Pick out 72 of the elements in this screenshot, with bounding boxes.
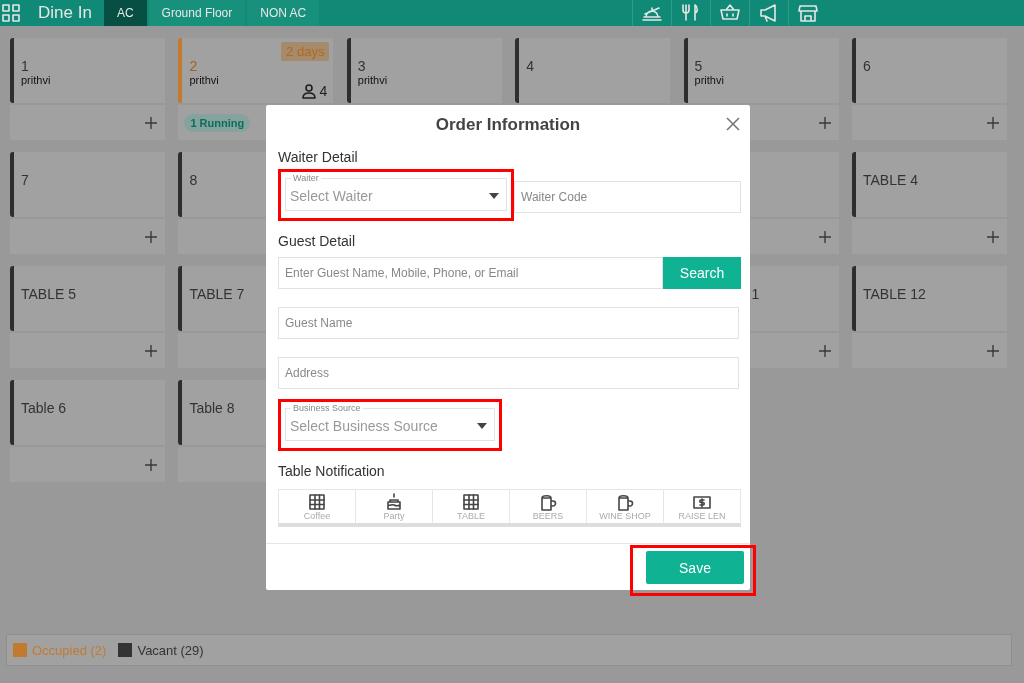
page-title: Dine In xyxy=(38,3,92,24)
plus-icon[interactable] xyxy=(817,229,832,244)
table-number: 1 xyxy=(751,286,760,302)
plus-icon[interactable] xyxy=(144,115,158,130)
waiter-name: prithvi xyxy=(694,74,724,86)
input-field[interactable]: Enter Guest Name, Mobile, Phone, or Email xyxy=(278,257,663,289)
floor-tab[interactable]: NON AC xyxy=(247,0,320,26)
plus-icon[interactable] xyxy=(817,343,832,358)
table-number: 3 xyxy=(357,58,366,74)
input-field[interactable]: Guest Name xyxy=(278,307,739,339)
table-number: 2 xyxy=(189,58,198,74)
table-card[interactable]: TABLE 4 xyxy=(851,152,1007,217)
table-number: 7 xyxy=(21,172,29,188)
waiter-name: prithvi xyxy=(21,74,51,86)
table-card[interactable]: 5 prithvi xyxy=(683,38,839,103)
table-number: TABLE 7 xyxy=(189,286,245,302)
table-number: TABLE 5 xyxy=(21,286,76,302)
grid-icon xyxy=(308,493,326,511)
plus-icon[interactable] xyxy=(985,343,1000,358)
plus-icon[interactable] xyxy=(144,343,158,358)
table-card[interactable]: 4 xyxy=(515,38,671,103)
field-label: Business Source xyxy=(291,403,363,413)
store-icon[interactable] xyxy=(797,2,819,24)
table-number: Table 6 xyxy=(21,400,67,416)
table-card[interactable]: Table 6 xyxy=(10,380,165,445)
table-number: 4 xyxy=(526,58,534,74)
dollar-note-icon xyxy=(693,493,711,511)
table-number: 6 xyxy=(862,58,871,74)
plus-icon[interactable] xyxy=(144,457,158,472)
table-number: Table 8 xyxy=(189,400,235,416)
floor-tab[interactable]: AC xyxy=(103,0,147,26)
input-field[interactable]: Address xyxy=(278,357,739,389)
table-card[interactable]: 3 prithvi xyxy=(346,38,502,103)
input-field[interactable]: Waiter Code xyxy=(514,181,741,213)
waiter-name: prithvi xyxy=(357,74,388,86)
waiter-name: prithvi xyxy=(189,74,219,86)
floor-tab[interactable]: Ground Floor xyxy=(148,0,246,26)
plus-icon[interactable] xyxy=(817,115,832,130)
mug-icon xyxy=(616,493,634,511)
close-icon[interactable] xyxy=(726,117,740,131)
legend-label: Vacant (29) xyxy=(137,642,204,658)
grid-icon xyxy=(462,493,480,511)
duration-badge: 2 days xyxy=(281,42,330,61)
section-heading: Table Notification xyxy=(278,463,386,479)
person-icon xyxy=(300,83,317,99)
running-badge: 1 Running xyxy=(184,113,251,132)
field-label: Waiter xyxy=(291,173,321,183)
cake-icon xyxy=(385,493,403,511)
table-number: TABLE 12 xyxy=(862,286,926,302)
table-card[interactable]: 6 xyxy=(851,38,1007,103)
legend-label: Occupied (2) xyxy=(32,642,107,658)
save-button[interactable]: Save xyxy=(646,551,744,584)
table-number: 5 xyxy=(694,58,703,74)
caret-icon xyxy=(477,423,487,429)
plus-icon[interactable] xyxy=(985,229,1000,244)
table-card[interactable]: TABLE 5 xyxy=(10,266,165,331)
dialog-title: Order Information xyxy=(435,115,581,135)
table-card[interactable]: 1 prithvi xyxy=(10,38,165,103)
guest-count: 4 xyxy=(319,83,328,99)
table-number: TABLE 4 xyxy=(862,172,918,188)
plus-icon[interactable] xyxy=(144,229,158,244)
table-number: 1 xyxy=(21,58,29,74)
table-card[interactable]: 7 xyxy=(10,152,165,217)
caret-icon xyxy=(489,193,499,199)
apps-grid-icon[interactable] xyxy=(2,4,20,22)
table-card[interactable]: 2 prithvi 2 days 4 xyxy=(178,38,334,103)
search-button[interactable]: Search xyxy=(663,257,741,289)
plus-icon[interactable] xyxy=(985,115,1000,130)
mug-icon xyxy=(539,493,557,511)
section-heading: Guest Detail xyxy=(278,233,357,249)
table-card[interactable]: TABLE 12 xyxy=(851,266,1007,331)
table-number: 8 xyxy=(189,172,198,188)
